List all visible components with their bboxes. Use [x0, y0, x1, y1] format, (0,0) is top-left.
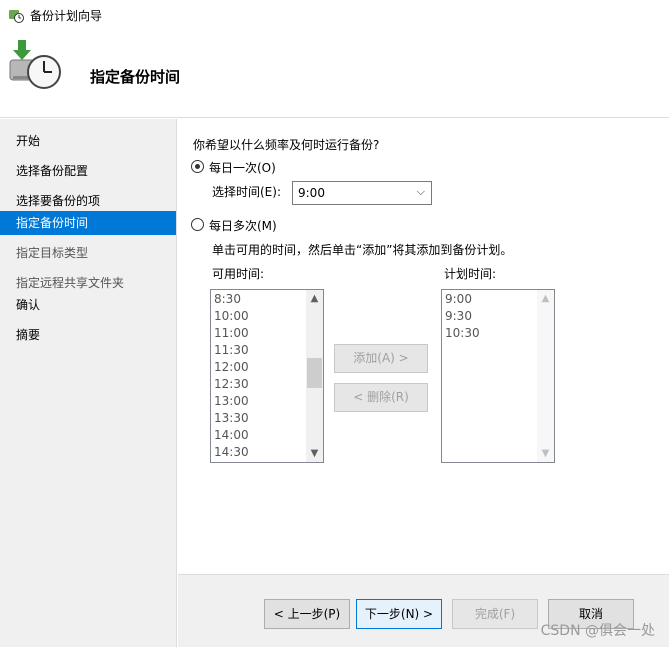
list-item[interactable]: 12:30 — [214, 376, 249, 393]
remove-time-button[interactable]: < 删除(R) — [334, 383, 428, 412]
scrollbar-thumb[interactable] — [307, 358, 322, 388]
wizard-content: 你希望以什么频率及何时运行备份? 每日一次(O) 选择时间(E): 9:00 ⌵… — [178, 119, 669, 574]
list-item[interactable]: 8:30 — [214, 291, 241, 308]
backup-schedule-icon — [9, 40, 61, 89]
available-times-label: 可用时间: — [212, 267, 265, 281]
list-item[interactable]: 11:30 — [214, 342, 249, 359]
nav-item-remote-share[interactable]: 指定远程共享文件夹 — [0, 271, 176, 295]
backup-clock-icon — [9, 10, 24, 23]
available-times-list[interactable]: 8:30 10:00 11:00 11:30 12:00 12:30 13:00… — [210, 289, 324, 463]
nav-item-select-items[interactable]: 选择要备份的项 — [0, 189, 176, 213]
nav-item-target-type[interactable]: 指定目标类型 — [0, 241, 176, 265]
radio-multi-daily-label[interactable]: 每日多次(M) — [209, 217, 277, 234]
list-item[interactable]: 14:30 — [214, 444, 249, 461]
list-item[interactable]: 12:00 — [214, 359, 249, 376]
list-item[interactable]: 11:00 — [214, 325, 249, 342]
scroll-down-arrow-icon[interactable]: ▼ — [537, 445, 554, 462]
frequency-question: 你希望以什么频率及何时运行备份? — [193, 138, 380, 152]
nav-item-select-config[interactable]: 选择备份配置 — [0, 159, 176, 183]
list-item[interactable]: 9:00 — [445, 291, 472, 308]
list-item[interactable]: 10:30 — [445, 325, 480, 342]
scroll-up-arrow-icon[interactable]: ▲ — [306, 290, 323, 307]
nav-item-confirm[interactable]: 确认 — [0, 293, 176, 317]
list-item[interactable]: 13:00 — [214, 393, 249, 410]
radio-multi-daily[interactable] — [191, 218, 204, 231]
radio-once-daily-label[interactable]: 每日一次(O) — [209, 159, 276, 176]
page-title: 指定备份时间 — [90, 68, 181, 86]
title-bar: 备份计划向导 — [0, 0, 669, 30]
wizard-header: 指定备份时间 — [0, 30, 669, 118]
chevron-down-icon: ⌵ — [416, 185, 425, 198]
scheduled-times-label: 计划时间: — [444, 267, 497, 281]
add-time-button[interactable]: 添加(A) > — [334, 344, 428, 373]
select-time-label: 选择时间(E): — [212, 185, 281, 199]
available-times-scrollbar[interactable]: ▲ ▼ — [306, 290, 323, 462]
window-title: 备份计划向导 — [30, 9, 103, 23]
nav-item-start[interactable]: 开始 — [0, 129, 176, 153]
list-item[interactable]: 13:30 — [214, 410, 249, 427]
time-dropdown-value: 9:00 — [298, 186, 325, 200]
list-item[interactable]: 9:30 — [445, 308, 472, 325]
list-item[interactable]: 10:00 — [214, 308, 249, 325]
back-button[interactable]: < 上一步(P) — [264, 599, 350, 629]
scheduled-times-scrollbar[interactable]: ▲ ▼ — [537, 290, 554, 462]
time-dropdown[interactable]: 9:00 ⌵ — [292, 181, 432, 205]
scroll-up-arrow-icon[interactable]: ▲ — [537, 290, 554, 307]
scroll-down-arrow-icon[interactable]: ▼ — [306, 445, 323, 462]
nav-item-specify-time[interactable]: 指定备份时间 — [0, 211, 176, 235]
scheduled-times-list[interactable]: 9:00 9:30 10:30 ▲ ▼ — [441, 289, 555, 463]
finish-button[interactable]: 完成(F) — [452, 599, 538, 629]
wizard-steps-nav: 开始 选择备份配置 选择要备份的项 指定备份时间 指定目标类型 指定远程共享文件… — [0, 119, 177, 647]
radio-once-daily[interactable] — [191, 160, 204, 173]
watermark: CSDN @俱会一处 — [540, 623, 655, 639]
next-button[interactable]: 下一步(N) > — [356, 599, 442, 629]
instruction-text: 单击可用的时间，然后单击“添加”将其添加到备份计划。 — [212, 243, 513, 257]
list-item[interactable]: 14:00 — [214, 427, 249, 444]
nav-item-summary[interactable]: 摘要 — [0, 323, 176, 347]
